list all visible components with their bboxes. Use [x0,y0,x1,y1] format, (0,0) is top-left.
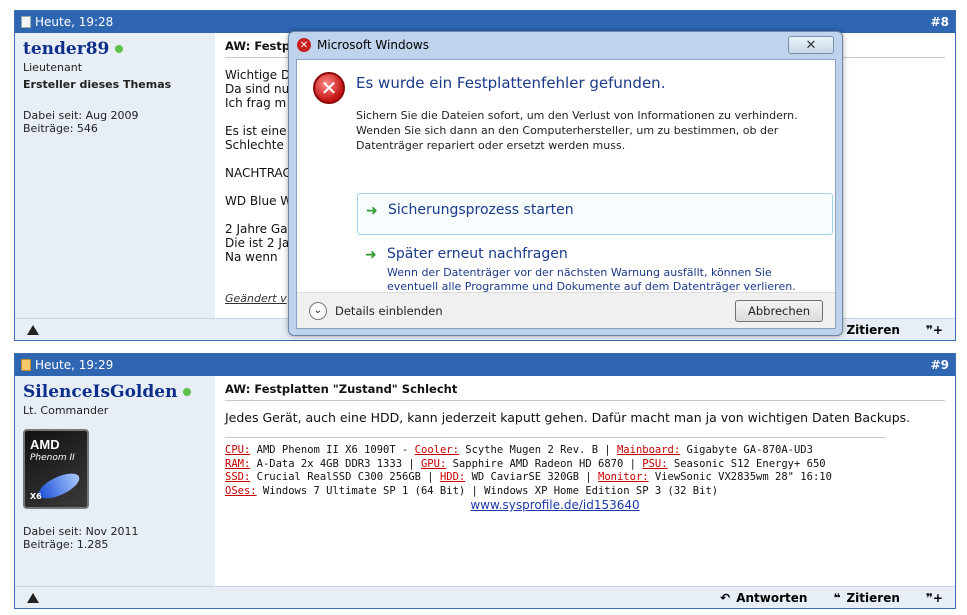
member-since: Dabei seit: Aug 2009 [23,109,139,122]
post-header: Heute, 19:29 #9 [15,354,955,376]
dialog-titlebar[interactable]: ✕ Microsoft Windows ✕ [289,32,842,58]
multi-quote-icon: ❞+ [925,322,943,337]
chevron-down-icon[interactable]: ⌄ [309,301,327,320]
post-number-link[interactable]: #8 [931,15,949,29]
amd-phenom-avatar: AMD Phenom II X6 [23,429,89,509]
ask-later-command[interactable]: ➜ Später erneut nachfragen Wenn der Date… [357,238,833,298]
reply-label: Antworten [736,590,808,605]
username-link[interactable]: SilenceIsGolden [23,382,177,402]
post-date-text: Heute, 19:29 [35,358,114,372]
quote-button[interactable]: ❝ Zitieren [833,323,899,337]
post-header: Heute, 19:28 #8 [15,11,955,33]
start-backup-command[interactable]: ➜ Sicherungsprozess starten [357,193,833,235]
signature: CPU: AMD Phenom II X6 1090T - Cooler: Sc… [225,437,885,513]
post-document-icon [21,16,31,28]
windows-error-icon: ✕ [297,38,311,52]
post-count: Beiträge: 1.285 [23,538,109,551]
sig-mainboard-link[interactable]: Mainboard: [617,444,680,456]
close-button[interactable]: ✕ [788,36,834,54]
sig-ram-link[interactable]: RAM: [225,458,250,470]
username-link[interactable]: tender89 [23,39,109,59]
dialog-content: ✕ Es wurde ein Festplattenfehler gefunde… [296,59,836,329]
dialog-description: Sichern Sie die Dateien sofort, um den V… [356,109,798,152]
green-arrow-icon: ➜ [366,203,378,219]
post-footer: ↶ Antworten ❝ Zitieren ❞+ [15,586,955,608]
post-count: Beiträge: 546 [23,122,98,135]
quote-label: Zitieren [846,322,900,337]
post-date: Heute, 19:28 [21,15,113,29]
quote-label: Zitieren [846,590,900,605]
reply-arrow-icon: ↶ [720,590,731,605]
sig-cpu-link[interactable]: CPU: [225,444,250,456]
sig-monitor-link[interactable]: Monitor: [598,471,649,483]
post-text: Jedes Gerät, auch eine HDD, kann jederze… [225,410,911,425]
post-9: Heute, 19:29 #9 SilenceIsGolden Lt. Comm… [14,353,956,609]
member-since: Dabei seit: Nov 2011 [23,525,139,538]
dialog-footer: ⌄ Details einblenden Abbrechen [297,292,835,328]
cancel-button[interactable]: Abbrechen [735,299,823,322]
multi-quote-button[interactable]: ❞+ [926,323,943,337]
multi-quote-button[interactable]: ❞+ [926,591,943,605]
command-note: Wenn der Datenträger vor der nächsten Wa… [387,266,796,293]
command-label: Sicherungsprozess starten [388,202,574,218]
dialog-title: Microsoft Windows [317,38,429,52]
post-content: AW: Festplatten "Zustand" Schlecht Jedes… [215,376,955,586]
sig-hdd-link[interactable]: HDD: [440,471,465,483]
thread-starter-label: Ersteller dieses Themas [23,78,172,91]
post-date: Heute, 19:29 [21,358,113,372]
command-label: Später erneut nachfragen [387,246,568,262]
post-number-link[interactable]: #9 [931,358,949,372]
post-title: AW: Festplatten "Zustand" Schlecht [225,382,945,401]
green-arrow-icon: ➜ [365,247,377,263]
error-icon: ✕ [313,72,345,104]
online-status-icon [115,45,124,53]
user-info: SilenceIsGolden Lt. Commander AMD Phenom… [15,376,215,586]
user-rank: Lieutenant [23,61,83,74]
new-post-document-icon [21,359,31,371]
sig-psu-link[interactable]: PSU: [642,458,667,470]
sig-gpu-link[interactable]: GPU: [421,458,446,470]
online-status-icon [183,388,192,396]
quote-icon: ❝ [833,590,841,605]
user-rank: Lt. Commander [23,404,109,417]
reply-button[interactable]: ↶ Antworten [720,591,807,605]
post-date-text: Heute, 19:28 [35,15,114,29]
quote-button[interactable]: ❝ Zitieren [833,591,899,605]
sig-ssd-link[interactable]: SSD: [225,471,250,483]
report-warning-icon[interactable] [27,592,39,603]
sysprofile-link[interactable]: www.sysprofile.de/id153640 [225,498,885,513]
report-warning-icon[interactable] [27,324,39,335]
sig-cooler-link[interactable]: Cooler: [415,444,459,456]
main-instruction: Es wurde ein Festplattenfehler gefunden. [356,74,666,92]
user-info: tender89 Lieutenant Ersteller dieses The… [15,33,215,318]
multi-quote-icon: ❞+ [925,590,943,605]
sig-oses-link[interactable]: OSes: [225,485,257,497]
show-details-label[interactable]: Details einblenden [335,304,443,318]
disk-error-dialog: ✕ Microsoft Windows ✕ ✕ Es wurde ein Fes… [288,31,843,336]
